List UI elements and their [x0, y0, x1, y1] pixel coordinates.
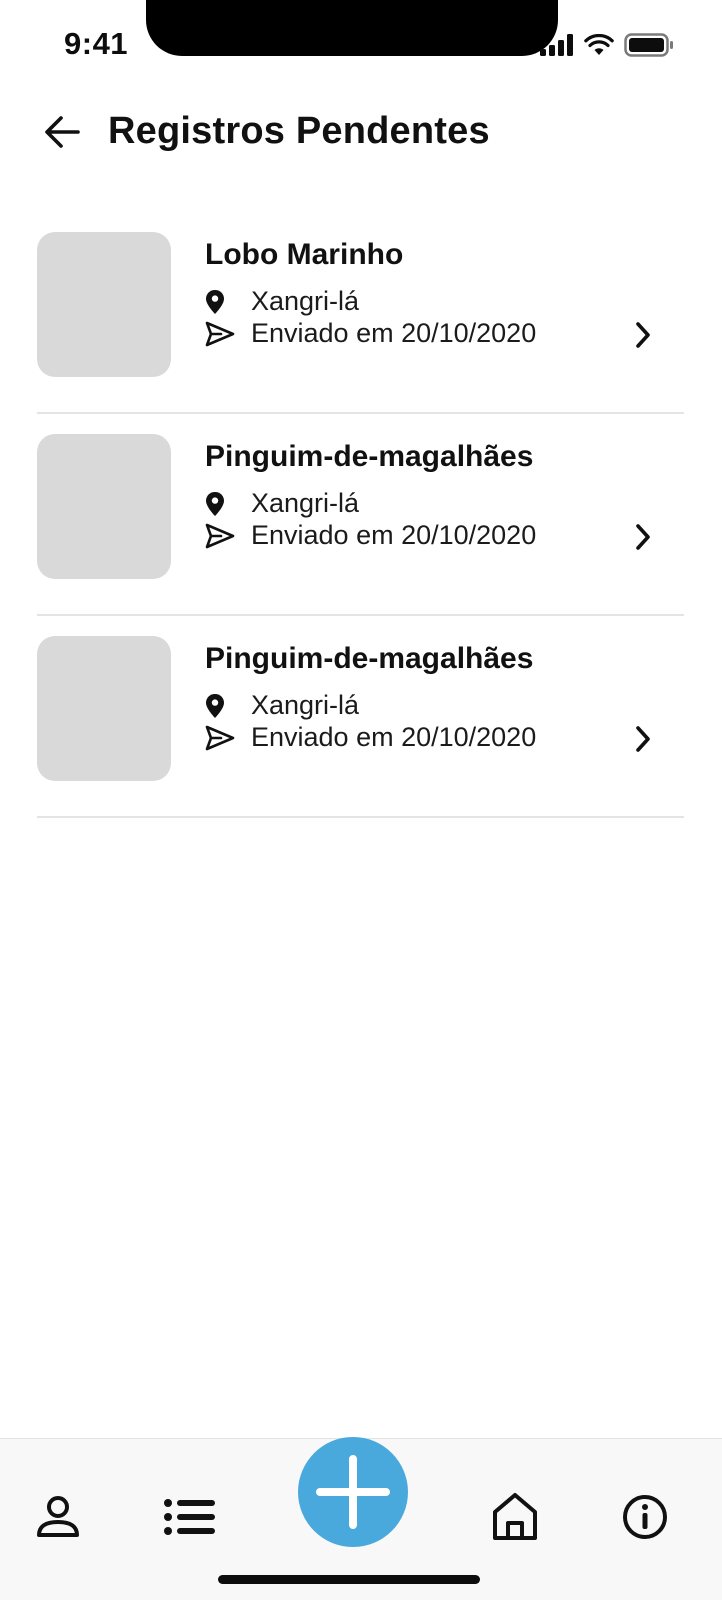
- wifi-icon: [584, 34, 614, 55]
- home-icon: [493, 1493, 537, 1540]
- cellular-signal-icon: [540, 34, 573, 56]
- nav-info-button[interactable]: [617, 1489, 673, 1545]
- record-item[interactable]: Pinguim-de-magalhães Xangri-lá Enviado e…: [0, 414, 722, 616]
- battery-icon: [624, 33, 673, 57]
- chevron-right-icon[interactable]: [630, 522, 656, 552]
- record-location: Xangri-lá: [205, 488, 359, 519]
- nav-home-button[interactable]: [487, 1489, 543, 1545]
- home-indicator: [218, 1575, 480, 1584]
- nav-profile-button[interactable]: [30, 1489, 86, 1545]
- send-icon: [205, 723, 239, 753]
- record-location-text: Xangri-lá: [251, 488, 360, 518]
- record-sent-text: Enviado em 20/10/2020: [251, 318, 537, 348]
- info-icon: [623, 1495, 667, 1539]
- map-pin-icon: [205, 489, 239, 519]
- record-location-text: Xangri-lá: [251, 286, 360, 316]
- map-pin-icon: [205, 691, 239, 721]
- user-icon: [37, 1496, 79, 1537]
- nav-list-button[interactable]: [162, 1489, 218, 1545]
- record-sent-text: Enviado em 20/10/2020: [251, 722, 537, 752]
- map-pin-icon: [205, 287, 239, 317]
- record-item[interactable]: Lobo Marinho Xangri-lá Enviado em 20/10/…: [0, 212, 722, 414]
- page-title: Registros Pendentes: [108, 110, 490, 152]
- record-sent-date: Enviado em 20/10/2020: [205, 520, 536, 551]
- record-name: Pinguim-de-magalhães: [205, 642, 534, 675]
- record-location-text: Xangri-lá: [251, 690, 360, 720]
- record-thumbnail: [37, 232, 171, 377]
- list-icon: [164, 1499, 215, 1535]
- device-notch: [146, 0, 558, 56]
- record-name: Pinguim-de-magalhães: [205, 440, 534, 473]
- record-thumbnail: [37, 434, 171, 579]
- bottom-nav: [0, 1437, 722, 1600]
- chevron-right-icon[interactable]: [630, 320, 656, 350]
- record-thumbnail: [37, 636, 171, 781]
- record-sent-date: Enviado em 20/10/2020: [205, 318, 536, 349]
- send-icon: [205, 521, 239, 551]
- status-bar: 9:41: [0, 0, 722, 80]
- back-button[interactable]: [40, 110, 84, 154]
- record-location: Xangri-lá: [205, 286, 359, 317]
- status-time: 9:41: [64, 26, 129, 61]
- header: Registros Pendentes: [0, 100, 722, 164]
- arrow-left-icon: [45, 116, 80, 148]
- record-sent-date: Enviado em 20/10/2020: [205, 722, 536, 753]
- chevron-right-icon[interactable]: [630, 724, 656, 754]
- add-record-button[interactable]: [298, 1437, 408, 1547]
- status-icons: [540, 33, 674, 57]
- send-icon: [205, 319, 239, 349]
- record-item[interactable]: Pinguim-de-magalhães Xangri-lá Enviado e…: [0, 616, 722, 818]
- record-location: Xangri-lá: [205, 690, 359, 721]
- record-sent-text: Enviado em 20/10/2020: [251, 520, 537, 550]
- record-name: Lobo Marinho: [205, 238, 404, 271]
- plus-icon: [316, 1455, 390, 1529]
- record-list: Lobo Marinho Xangri-lá Enviado em 20/10/…: [0, 212, 722, 818]
